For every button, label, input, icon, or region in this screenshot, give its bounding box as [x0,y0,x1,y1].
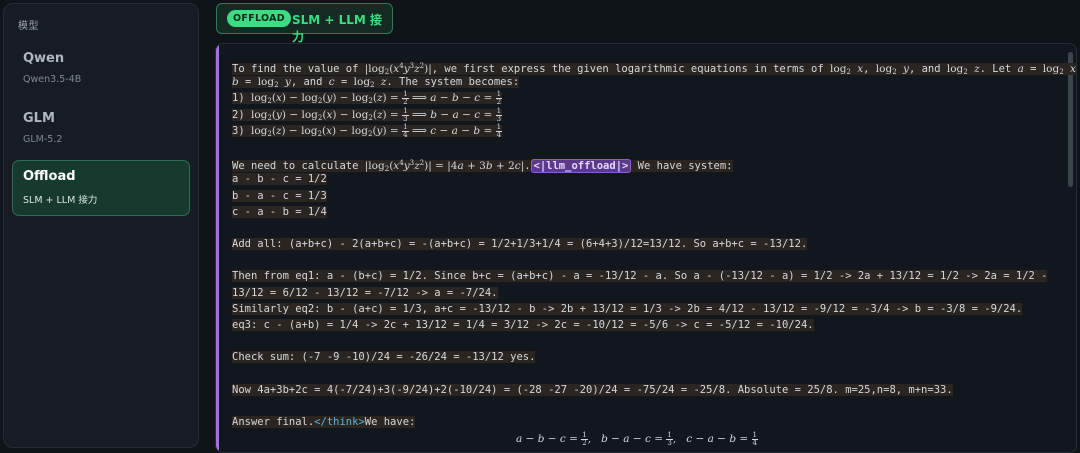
text-line: Then from eq1: a - (b+c) = 1/2. Since b+… [232,270,1048,283]
text-line: 2) log2(y) − log2(x) − log2(z) = 13 ⟹ b … [232,106,503,123]
model-version: Qwen3.5-4B [23,74,82,85]
text-line: a - b - c = 1/2 [232,173,327,186]
model-name: Offload [23,169,76,184]
text-line: 1) log2(x) − log2(y) − log2(z) = 12 ⟹ a … [232,90,503,107]
text-line: Check sum: (-7 -9 -10)/24 = -26/24 = -13… [232,351,536,364]
text-line: b - a - c = 1/3 [232,189,327,202]
text-line: Add all: (a+b+c) - 2(a+b+c) = -(a+b+c) =… [232,238,808,251]
response-panel[interactable]: To find the value of |log2(x4y3z2)|, we … [215,43,1077,453]
model-sidebar: 模型 Qwen Qwen3.5-4B GLM GLM-5.2 Offload S… [3,3,199,448]
text-line: Now 4a+3b+2c = 4(-7/24)+3(-9/24)+2(-10/2… [232,383,953,396]
model-version: SLM + LLM 接力 [23,195,98,206]
text-line: b = log2 y, and c = log2 z. The system b… [232,76,520,90]
model-version: GLM-5.2 [23,134,63,145]
text-line: Similarly eq2: b - (a+c) = 1/3, a+c = -1… [232,302,1023,315]
think-close-tag: </think> [314,416,365,429]
llm-offload-tag: <|llm_offload|> [530,159,632,174]
sidebar-title: 模型 [18,21,39,32]
offload-badge: OFFLOAD [227,10,291,27]
text-line: 3) log2(z) − log2(x) − log2(y) = 14 ⟹ c … [232,122,503,139]
text-line: 13/12 = 6/12 - 13/12 = -7/12 -> a = -7/2… [232,286,498,299]
display-math: a − b − c = 12, b − a − c = 13, c − a − … [516,431,758,447]
text-line: We need to calculate |log2(x4y3z2)| = |4… [232,159,733,174]
model-name: Qwen [23,51,65,66]
mode-header: OFFLOAD SLM + LLM 接力 [216,3,393,44]
text-line: Answer final.</think>We have: [232,416,416,429]
text-line: To find the value of |log2(x4y3z2)|, we … [232,58,1076,76]
model-item-offload[interactable]: Offload SLM + LLM 接力 [12,160,190,216]
response-content: To find the value of |log2(x4y3z2)|, we … [232,58,1076,430]
model-item-glm[interactable]: GLM GLM-5.2 [12,102,190,158]
text-line: c - a - b = 1/4 [232,205,327,218]
text-line: eq3: c - (a+b) = 1/4 -> 2c + 13/12 = 1/4… [232,319,814,331]
panel-accent-bar [216,44,219,452]
mode-label: SLM + LLM 接力 [292,13,383,44]
model-name: GLM [23,111,55,126]
model-item-qwen[interactable]: Qwen Qwen3.5-4B [12,42,190,98]
